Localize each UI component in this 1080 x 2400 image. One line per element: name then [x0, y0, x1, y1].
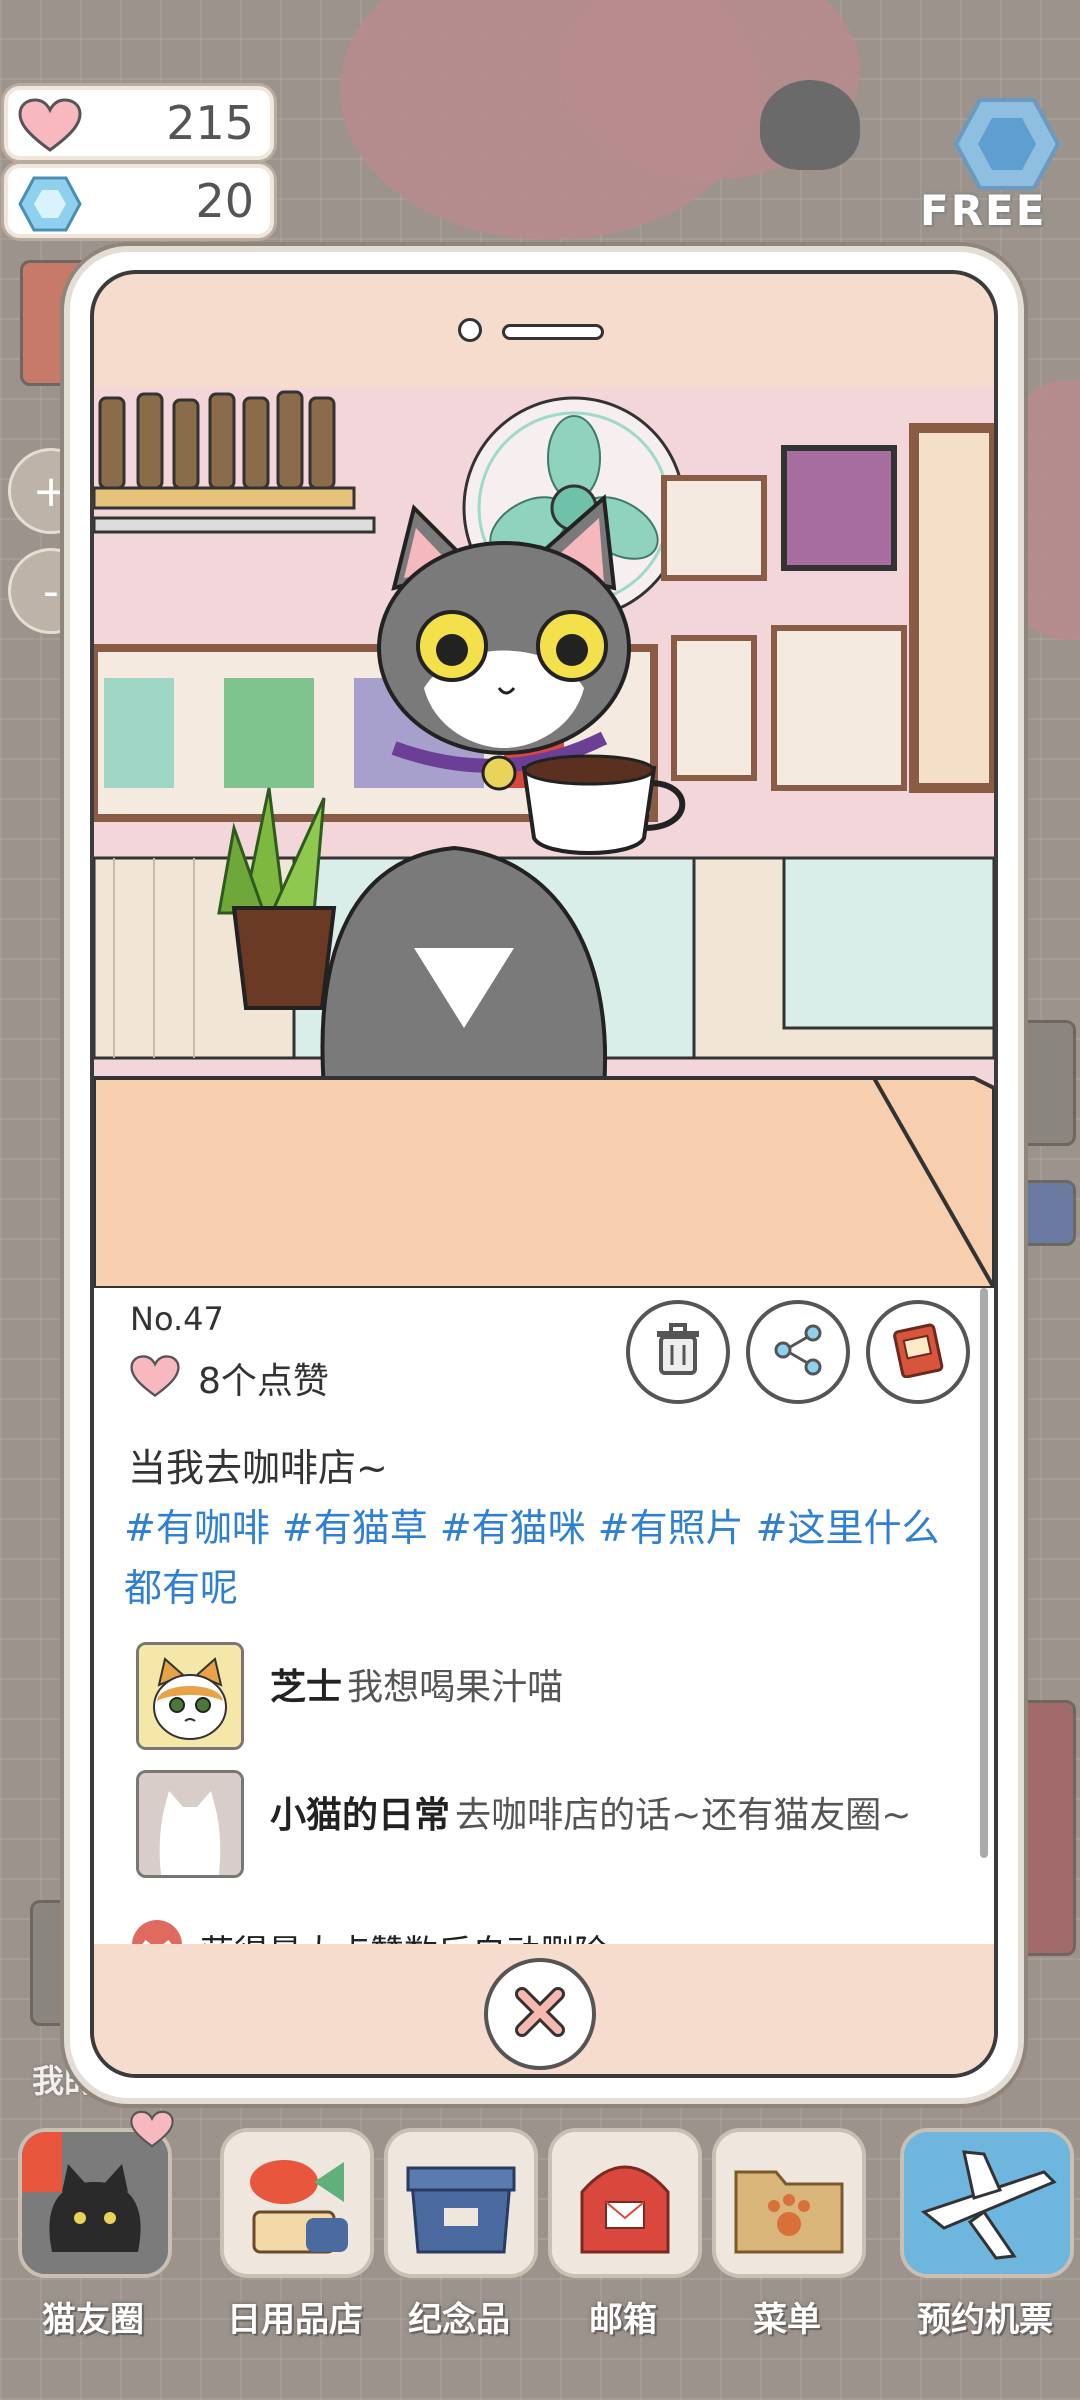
- speaker-slot: [502, 324, 604, 340]
- gems-value: 20: [195, 174, 254, 228]
- post-text: 当我去咖啡店~: [128, 1446, 388, 1490]
- dock-daily-store[interactable]: 日用品店: [220, 2128, 374, 2341]
- dock-book-flight[interactable]: 预约机票: [900, 2128, 1074, 2341]
- hearts-counter: 215: [4, 86, 274, 160]
- dock-label: 菜单: [753, 2300, 821, 2340]
- dock-label: 猫友圈: [42, 2300, 144, 2340]
- minus-icon: -: [43, 565, 59, 617]
- comment-text: 我想喝果汁喵: [347, 1667, 564, 1708]
- share-button[interactable]: [746, 1300, 850, 1404]
- comment-item: 小猫的日常 去咖啡店的话~还有猫友圈~: [136, 1770, 911, 1878]
- dock-label: 预约机票: [917, 2300, 1053, 2340]
- dock-label: 邮箱: [589, 2300, 657, 2340]
- gems-counter: 20: [4, 164, 274, 238]
- comment-item: 芝士 我想喝果汁喵: [136, 1642, 563, 1750]
- post-tags: #有咖啡 #有猫草 #有猫咪 #有照片 #这里什么都有呢: [124, 1506, 940, 1610]
- comment-text: 去咖啡店的话~还有猫友圈~: [455, 1795, 912, 1836]
- goldfish-store-icon: [220, 2128, 374, 2278]
- photo-album-icon: [890, 1322, 946, 1382]
- phone-screen: No.47 8个点赞 当我去咖啡店~ #有咖啡 #有猫草 #有猫咪 #有照片 #…: [90, 270, 998, 2078]
- delete-button[interactable]: [626, 1300, 730, 1404]
- heart-icon: [130, 1354, 180, 1402]
- likes-count: 8个点赞: [198, 1361, 329, 1402]
- close-icon: [512, 1984, 568, 2044]
- dock-souvenirs[interactable]: 纪念品: [384, 2128, 538, 2341]
- post-content: No.47 8个点赞 当我去咖啡店~ #有咖啡 #有猫草 #有猫咪 #有照片 #…: [94, 1288, 994, 1973]
- free-gem-button[interactable]: FREE: [912, 96, 1062, 246]
- likes-row: 8个点赞: [130, 1352, 329, 1404]
- close-button[interactable]: [484, 1958, 596, 2070]
- comment-author: 芝士: [270, 1667, 343, 1708]
- dock-menu[interactable]: 菜单: [712, 2128, 866, 2341]
- trash-icon: [653, 1323, 703, 1381]
- heart-badge-icon: [130, 2110, 174, 2152]
- hearts-value: 215: [166, 96, 254, 150]
- share-icon: [771, 1323, 825, 1381]
- scrollbar[interactable]: [980, 1288, 988, 1858]
- gem-icon: [952, 96, 1062, 196]
- folder-paw-icon: [712, 2128, 866, 2278]
- post-number: No.47: [130, 1300, 224, 1338]
- airplane-icon: [900, 2128, 1074, 2278]
- dock-mailbox[interactable]: 邮箱: [548, 2128, 702, 2341]
- avatar: [136, 1770, 244, 1878]
- avatar: [136, 1642, 244, 1750]
- gem-icon: [18, 176, 82, 236]
- dock-label: 纪念品: [408, 2300, 510, 2340]
- mailbox-icon: [548, 2128, 702, 2278]
- dock-label: 日用品店: [227, 2300, 363, 2340]
- camera-dot: [458, 318, 482, 342]
- post-dialog: No.47 8个点赞 当我去咖啡店~ #有咖啡 #有猫草 #有猫咪 #有照片 #…: [64, 246, 1024, 2104]
- memory-box-icon: [384, 2128, 538, 2278]
- heart-icon: [18, 98, 82, 156]
- comment-author: 小猫的日常: [270, 1795, 451, 1836]
- post-photo: [94, 388, 994, 1288]
- album-button[interactable]: [866, 1300, 970, 1404]
- dock-cat-friends[interactable]: 猫友圈: [18, 2110, 174, 2341]
- bottom-dock: 猫友圈 日用品店 纪念品 邮箱 菜单 预约机票: [0, 2110, 1080, 2400]
- free-label: FREE: [920, 186, 1047, 235]
- background-cat: [760, 80, 860, 170]
